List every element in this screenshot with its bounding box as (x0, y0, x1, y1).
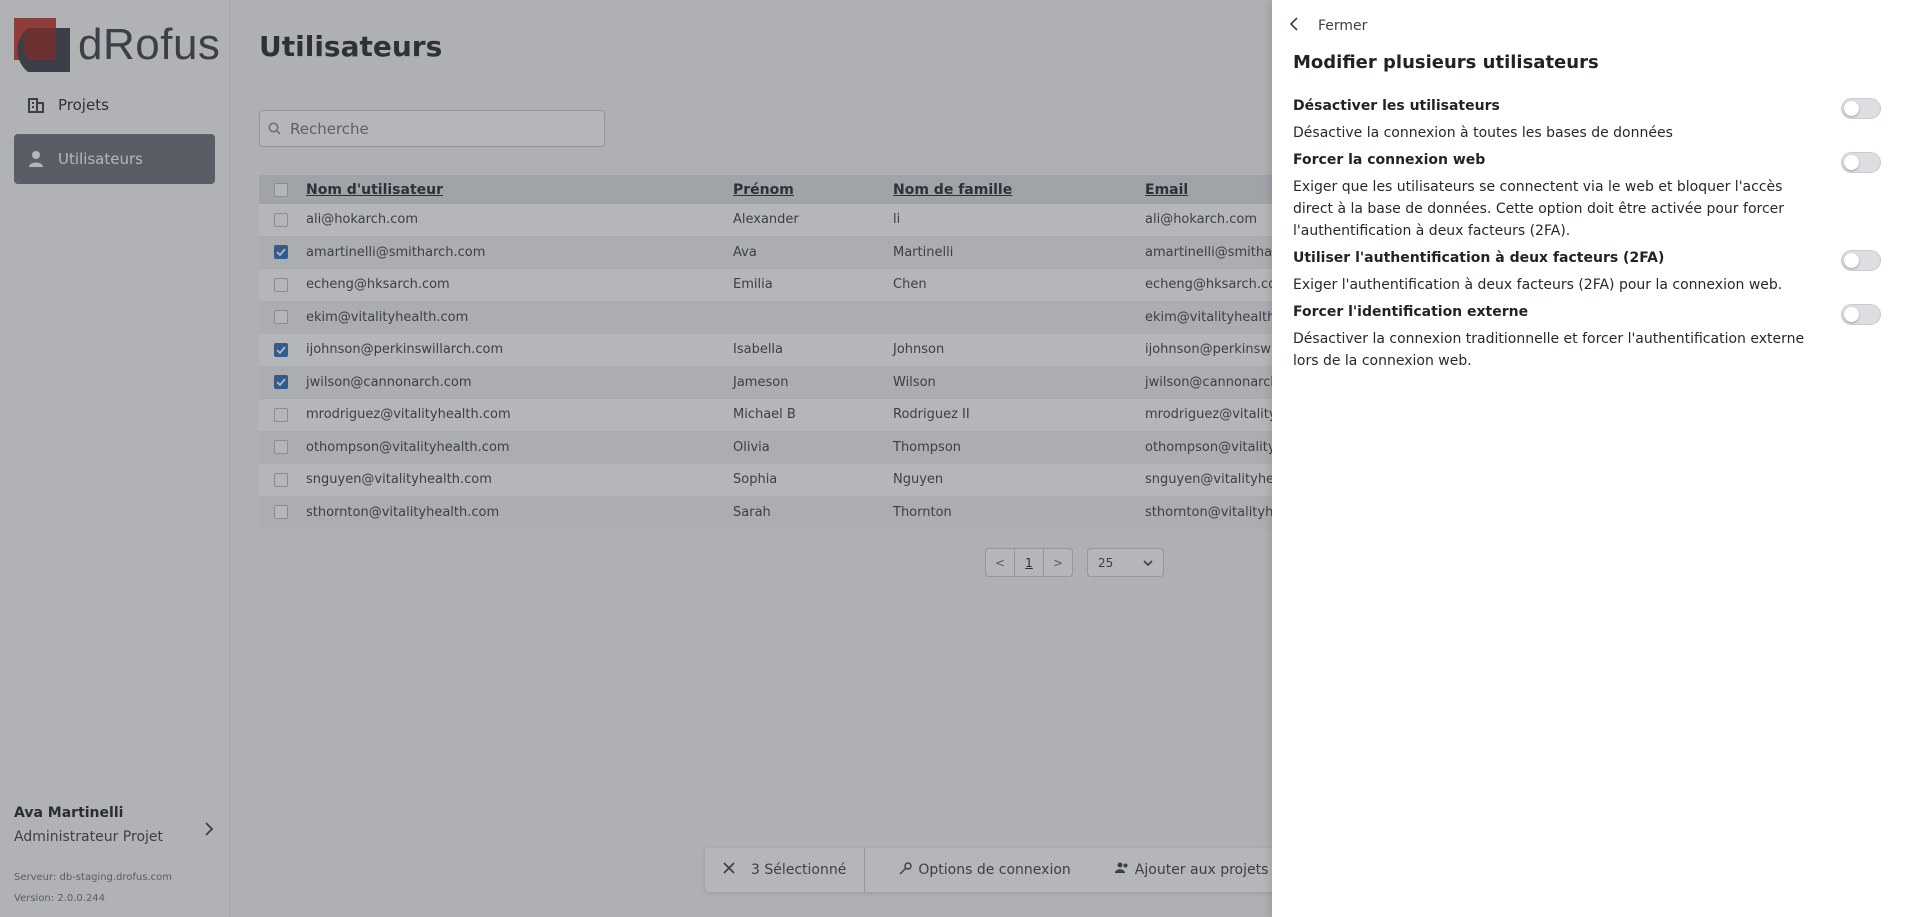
chevron-left-icon (1289, 16, 1306, 35)
option-2fa: Utiliser l'authentification à deux facte… (1293, 250, 1893, 296)
close-drawer-button[interactable]: Fermer (1289, 16, 1368, 35)
option-description: Désactive la connexion à toutes les base… (1293, 125, 1673, 141)
option-title: Forcer la connexion web (1293, 152, 1486, 168)
2fa-toggle[interactable] (1841, 250, 1881, 271)
option-force-external-id: Forcer l'identification externe Désactiv… (1293, 304, 1893, 372)
option-force-web-login: Forcer la connexion web Exiger que les u… (1293, 152, 1893, 242)
option-description: Exiger l'authentification à deux facteur… (1293, 277, 1783, 293)
disable-users-toggle[interactable] (1841, 98, 1881, 119)
drawer-title: Modifier plusieurs utilisateurs (1293, 52, 1599, 73)
option-title: Forcer l'identification externe (1293, 304, 1529, 320)
option-title: Désactiver les utilisateurs (1293, 98, 1500, 114)
option-description: Exiger que les utilisateurs se connecten… (1293, 179, 1785, 239)
modal-backdrop[interactable] (0, 0, 1272, 917)
option-disable-users: Désactiver les utilisateurs Désactive la… (1293, 98, 1893, 144)
option-description: Désactiver la connexion traditionnelle e… (1293, 331, 1805, 369)
option-title: Utiliser l'authentification à deux facte… (1293, 250, 1665, 266)
force-web-login-toggle[interactable] (1841, 152, 1881, 173)
close-label: Fermer (1318, 17, 1368, 34)
edit-users-drawer: Fermer Modifier plusieurs utilisateurs D… (1272, 0, 1920, 917)
force-external-id-toggle[interactable] (1841, 304, 1881, 325)
